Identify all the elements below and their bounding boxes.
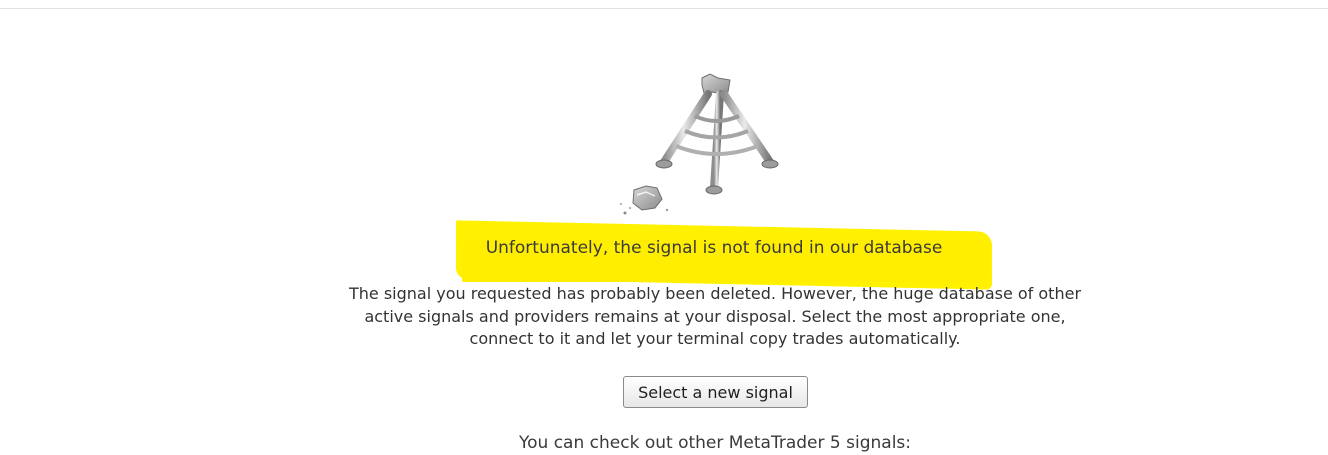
signal-not-found-page: Unfortunately, the signal is not found i…: [0, 0, 1328, 453]
other-signals-prompt: You can check out other MetaTrader 5 sig…: [519, 433, 911, 453]
not-found-headline: Unfortunately, the signal is not found i…: [0, 236, 1328, 260]
select-new-signal-button[interactable]: Select a new signal: [623, 376, 808, 408]
headline-text: Unfortunately, the signal is not found i…: [485, 238, 943, 258]
not-found-description: The signal you requested has probably be…: [348, 284, 1082, 348]
broken-antenna-icon: [612, 70, 792, 230]
